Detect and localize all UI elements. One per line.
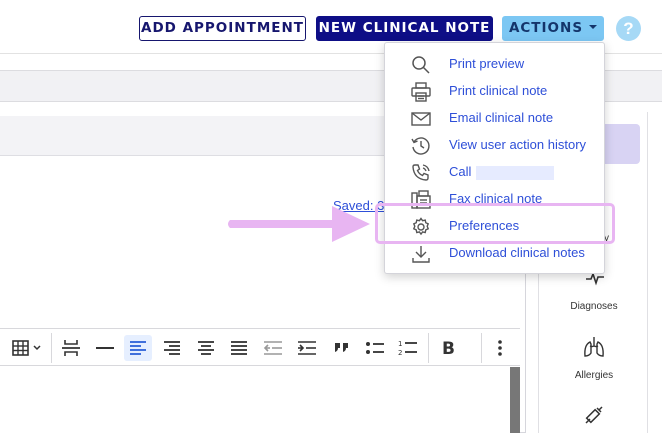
page-break-icon[interactable] bbox=[58, 335, 84, 361]
history-icon bbox=[411, 137, 430, 155]
numbered-list-icon[interactable]: 12 bbox=[395, 335, 421, 361]
caret-down-icon bbox=[589, 25, 598, 29]
actions-dropdown-button[interactable]: ACTIONS bbox=[502, 16, 604, 41]
help-button[interactable]: ? bbox=[616, 16, 641, 41]
editor-body[interactable] bbox=[0, 367, 520, 433]
syringe-icon[interactable] bbox=[583, 404, 605, 426]
align-justify-icon[interactable] bbox=[226, 335, 252, 361]
menu-item-label: Print clinical note bbox=[449, 83, 548, 98]
menu-item-email-clinical-note[interactable]: Email clinical note bbox=[385, 105, 606, 132]
envelope-icon bbox=[411, 112, 431, 126]
preferences-highlight bbox=[375, 203, 615, 244]
menu-item-call[interactable]: Call bbox=[385, 159, 606, 186]
toolbar-divider bbox=[51, 333, 52, 363]
toolbar-divider bbox=[428, 333, 429, 363]
indent-icon[interactable] bbox=[294, 335, 320, 361]
toolbar-divider bbox=[481, 333, 482, 363]
menu-item-label: Print preview bbox=[449, 56, 525, 71]
menu-item-print-preview[interactable]: Print preview bbox=[385, 51, 606, 78]
svg-text:2: 2 bbox=[398, 349, 402, 357]
phone-icon bbox=[412, 164, 430, 181]
svg-text:1: 1 bbox=[398, 340, 402, 348]
table-icon[interactable] bbox=[6, 335, 46, 361]
editor-scrollbar[interactable] bbox=[510, 367, 520, 433]
more-options-icon[interactable] bbox=[488, 335, 512, 361]
menu-item-label: Email clinical note bbox=[449, 110, 554, 125]
align-center-icon[interactable] bbox=[193, 335, 219, 361]
menu-item-label: Call bbox=[449, 164, 555, 180]
outdent-icon[interactable] bbox=[260, 335, 286, 361]
redacted-phone-number bbox=[476, 165, 555, 180]
bold-icon[interactable]: B bbox=[435, 335, 461, 361]
align-right-icon[interactable] bbox=[159, 335, 185, 361]
printer-icon bbox=[411, 82, 431, 102]
blockquote-icon[interactable] bbox=[329, 335, 355, 361]
actions-label: ACTIONS bbox=[508, 20, 584, 36]
new-clinical-note-button[interactable]: NEW CLINICAL NOTE bbox=[316, 16, 493, 41]
add-appointment-button[interactable]: ADD APPOINTMENT bbox=[139, 16, 306, 41]
menu-item-label: Download clinical notes bbox=[449, 245, 585, 260]
call-label: Call bbox=[449, 164, 472, 179]
search-icon bbox=[412, 56, 430, 74]
sidebar-active-tile[interactable] bbox=[600, 124, 640, 164]
editor-toolbar: 12 B bbox=[0, 328, 520, 366]
svg-text:B: B bbox=[442, 339, 455, 357]
annotation-arrow bbox=[228, 206, 370, 242]
bulleted-list-icon[interactable] bbox=[362, 335, 388, 361]
menu-item-label: View user action history bbox=[449, 137, 587, 152]
sidebar-item-diagnoses[interactable]: Diagnoses bbox=[556, 301, 632, 312]
download-icon bbox=[412, 246, 430, 263]
menu-item-print-clinical-note[interactable]: Print clinical note bbox=[385, 78, 606, 105]
sidebar-item-allergies[interactable]: Allergies bbox=[556, 370, 632, 381]
align-left-icon[interactable] bbox=[124, 335, 152, 361]
horizontal-line-icon[interactable] bbox=[92, 335, 118, 361]
lungs-icon[interactable] bbox=[582, 335, 606, 359]
menu-item-view-user-action-history[interactable]: View user action history bbox=[385, 132, 606, 159]
menu-item-download-clinical-notes[interactable]: Download clinical notes bbox=[385, 240, 606, 267]
